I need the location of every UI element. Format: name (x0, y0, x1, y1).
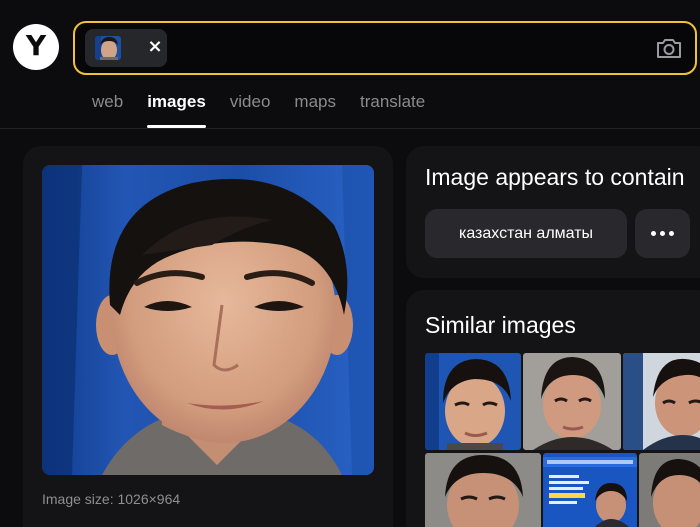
tag-button[interactable]: казахстан алматы (425, 209, 627, 258)
tab-web[interactable]: web (92, 90, 123, 130)
similar-image-thumbnail[interactable] (425, 453, 541, 527)
more-button[interactable] (635, 209, 690, 258)
recognition-card: Image appears to contain казахстан алмат… (406, 146, 700, 278)
search-image-chip[interactable]: × (85, 29, 167, 67)
similar-image-thumbnail[interactable] (425, 353, 521, 450)
header-divider (0, 128, 700, 129)
search-tabs: web images video maps translate (92, 90, 449, 130)
similar-image-thumbnail[interactable] (639, 453, 700, 527)
image-size-label: Image size: 1026×964 (42, 491, 181, 507)
similar-image-thumbnail[interactable] (623, 353, 700, 450)
tab-translate[interactable]: translate (360, 90, 425, 130)
tab-video[interactable]: video (230, 90, 271, 130)
similar-image-thumbnail[interactable] (523, 353, 621, 450)
search-image-thumbnail (95, 36, 121, 60)
page: Y × web images video maps translate Imag… (0, 0, 700, 527)
camera-icon[interactable] (655, 35, 683, 61)
image-preview-card: Image size: 1026×964 (23, 146, 393, 527)
tab-images[interactable]: images (147, 90, 206, 130)
logo-letter: Y (25, 29, 47, 62)
uploaded-image[interactable] (42, 165, 374, 475)
yandex-logo[interactable]: Y (13, 24, 59, 70)
search-bar[interactable]: × (73, 21, 697, 75)
similar-images-title: Similar images (425, 312, 576, 338)
tab-maps[interactable]: maps (294, 90, 336, 130)
similar-images-card: Similar images (406, 290, 700, 527)
similar-image-thumbnail[interactable] (543, 453, 637, 527)
more-dots-icon (651, 231, 674, 236)
recognition-title: Image appears to contain (425, 164, 685, 190)
remove-image-icon[interactable]: × (145, 37, 165, 57)
